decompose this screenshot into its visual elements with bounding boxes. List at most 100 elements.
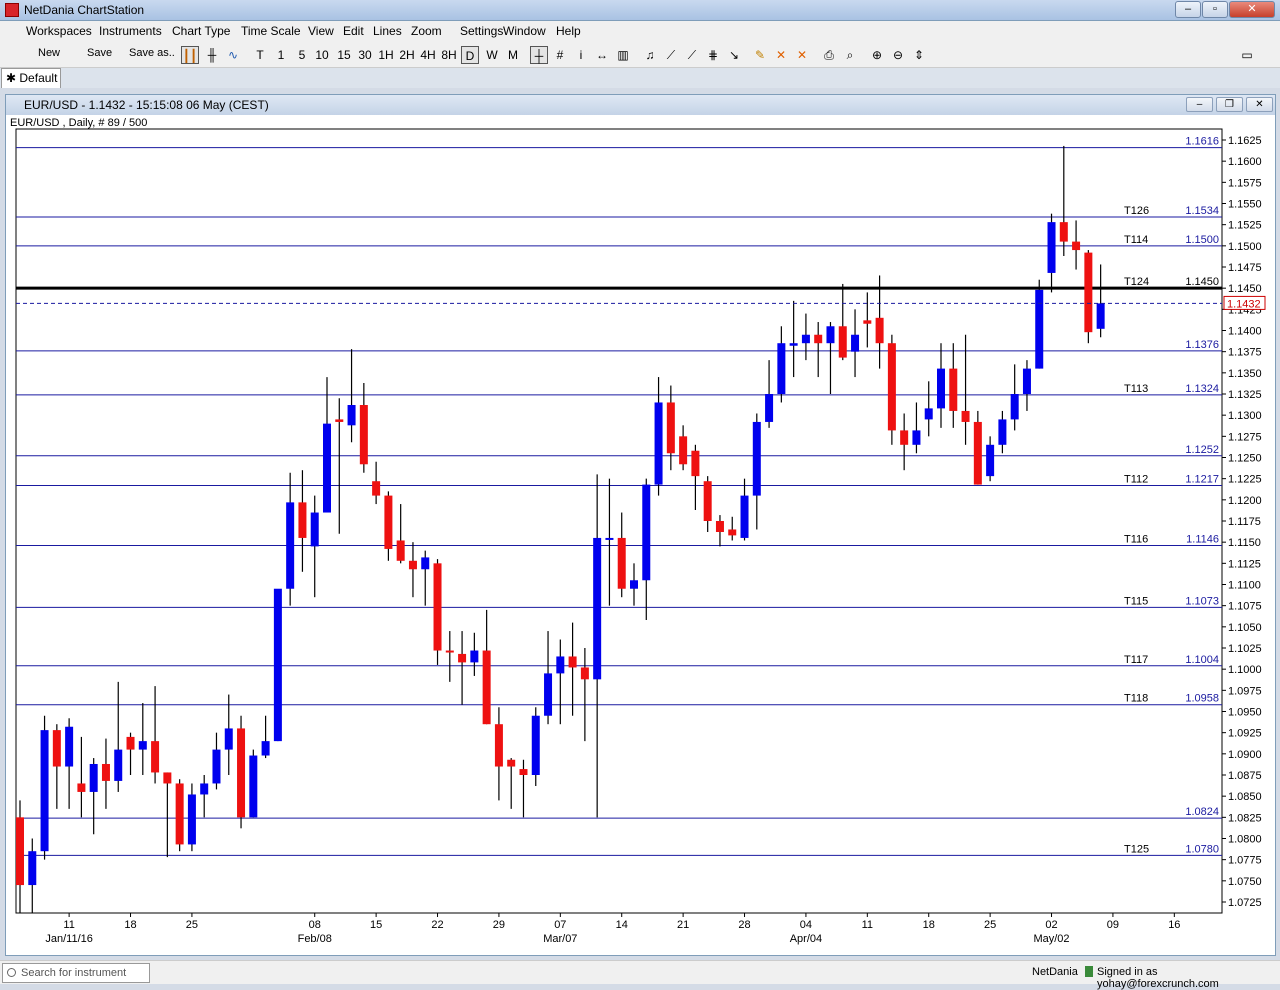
tf-monthly[interactable]: M [504, 46, 522, 64]
candle-body [163, 772, 172, 784]
print-icon[interactable]: ⎙ [820, 46, 838, 64]
candle-body [1059, 222, 1068, 242]
candle-body [1072, 241, 1081, 251]
menu-lines[interactable]: Lines [373, 24, 402, 38]
candle-body [114, 749, 123, 781]
signed-in-icon [1085, 966, 1093, 977]
tf-weekly[interactable]: W [483, 46, 501, 64]
info-icon[interactable]: i [572, 46, 590, 64]
zoom-fit-icon[interactable]: ⇕ [910, 46, 928, 64]
save-as-button[interactable]: Save as.. [129, 47, 175, 59]
x-month-label: Mar/07 [543, 933, 577, 945]
tf-4h[interactable]: 4H [419, 46, 437, 64]
minimize-button[interactable]: – [1175, 1, 1201, 18]
menu-settings[interactable]: Window [503, 24, 546, 38]
level-value-label: 1.1376 [1185, 339, 1219, 351]
move-icon[interactable]: ↔ [593, 46, 611, 64]
y-tick-label: 1.1575 [1228, 177, 1262, 189]
candle-body [519, 769, 528, 775]
zoom-in-icon[interactable]: ⊕ [868, 46, 886, 64]
delete-icon[interactable]: ✕ [772, 46, 790, 64]
fibonacci-icon[interactable]: ⋕ [704, 46, 722, 64]
candle-body [384, 495, 393, 549]
new-button[interactable]: New [38, 47, 60, 59]
candle-body [16, 817, 24, 886]
menu-instruments[interactable]: Instruments [99, 24, 162, 38]
y-tick-label: 1.0800 [1228, 833, 1262, 845]
candle-body [1035, 289, 1044, 369]
chart-restore-button[interactable]: ❐ [1216, 97, 1243, 112]
candle-body [691, 450, 700, 477]
trend-line-icon[interactable]: ⟋ [662, 46, 680, 64]
menu-studies[interactable]: Zoom [411, 24, 442, 38]
tf-2h[interactable]: 2H [398, 46, 416, 64]
y-tick-label: 1.0975 [1228, 685, 1262, 697]
tf-1h[interactable]: 1H [377, 46, 395, 64]
y-tick-label: 1.0750 [1228, 876, 1262, 888]
candle-body [630, 580, 638, 589]
x-month-label: Jan/11/16 [45, 933, 93, 945]
line-chart-icon[interactable]: ∿ [224, 46, 242, 64]
delete-all-icon[interactable]: ✕ [793, 46, 811, 64]
volume-icon[interactable]: ▥ [614, 46, 632, 64]
candle-body [372, 481, 381, 496]
level-value-label: 1.1073 [1185, 595, 1219, 607]
candle-body [187, 794, 196, 845]
level-tag: T126 [1124, 205, 1149, 217]
workspace-tabbar: ✱ Default [0, 68, 1280, 88]
level-value-label: 1.1146 [1186, 534, 1219, 546]
crosshair-icon[interactable]: ┼ [530, 46, 548, 64]
menu-view[interactable]: View [308, 24, 334, 38]
candle-body [924, 408, 933, 420]
candle-body [679, 436, 688, 465]
y-tick-label: 1.1375 [1228, 347, 1262, 359]
pencil-icon[interactable]: ✎ [751, 46, 769, 64]
alert-bell-icon[interactable]: ♫ [641, 46, 659, 64]
tab-default[interactable]: ✱ Default [1, 68, 61, 88]
chart-close-button[interactable]: ✕ [1246, 97, 1273, 112]
menu-zoom[interactable]: Settings [460, 24, 503, 38]
candle-body [310, 512, 319, 547]
candle-body [408, 560, 417, 570]
candle-body [642, 484, 651, 581]
close-button[interactable]: ✕ [1229, 1, 1275, 18]
y-tick-label: 1.1125 [1228, 558, 1261, 570]
candle-body [261, 741, 270, 756]
tf-daily[interactable]: D [461, 46, 479, 64]
tf-8h[interactable]: 8H [440, 46, 458, 64]
grid-icon[interactable]: # [551, 46, 569, 64]
search-icon [7, 968, 16, 977]
fork-line-icon[interactable]: ⟋ [683, 46, 701, 64]
x-month-label: Apr/04 [790, 933, 822, 945]
menu-workspaces[interactable]: Workspaces [26, 24, 92, 38]
menu-chart-type[interactable]: Chart Type [172, 24, 230, 38]
tf-1m[interactable]: 1 [272, 46, 290, 64]
maximize-button[interactable]: ▫ [1202, 1, 1228, 18]
candlestick-chart[interactable]: EUR/USD , Daily, # 89 / 500 1.0725 1.0750 1… [6, 115, 1275, 955]
candlestick-chart-icon[interactable]: ┃┃ [181, 46, 199, 64]
ohlc-bar-icon[interactable]: ╫ [203, 46, 221, 64]
candle-body [65, 726, 74, 767]
zoom-out-icon[interactable]: ⊖ [889, 46, 907, 64]
arrow-tool-icon[interactable]: ↘ [725, 46, 743, 64]
x-tick-label: 11 [63, 919, 74, 931]
print-preview-icon[interactable]: ⌕ [841, 46, 859, 64]
candle-body [765, 394, 774, 422]
panel-toggle-icon[interactable]: ▭ [1238, 46, 1256, 64]
tf-10m[interactable]: 10 [313, 46, 331, 64]
tf-tick[interactable]: T [251, 46, 269, 64]
save-button[interactable]: Save [87, 47, 112, 59]
x-tick-label: 28 [738, 919, 750, 931]
tf-15m[interactable]: 15 [335, 46, 353, 64]
instrument-search-input[interactable]: Search for instrument [2, 963, 150, 983]
x-tick-label: 04 [800, 919, 812, 931]
menu-window[interactable]: Help [556, 24, 581, 38]
menu-edit[interactable]: Edit [343, 24, 364, 38]
menu-time-scale[interactable]: Time Scale [241, 24, 301, 38]
chart-minimize-button[interactable]: – [1186, 97, 1213, 112]
tf-5m[interactable]: 5 [293, 46, 311, 64]
tf-30m[interactable]: 30 [356, 46, 374, 64]
x-tick-label: 18 [124, 919, 136, 931]
candle-body [458, 653, 467, 663]
y-tick-label: 1.1400 [1228, 326, 1262, 338]
